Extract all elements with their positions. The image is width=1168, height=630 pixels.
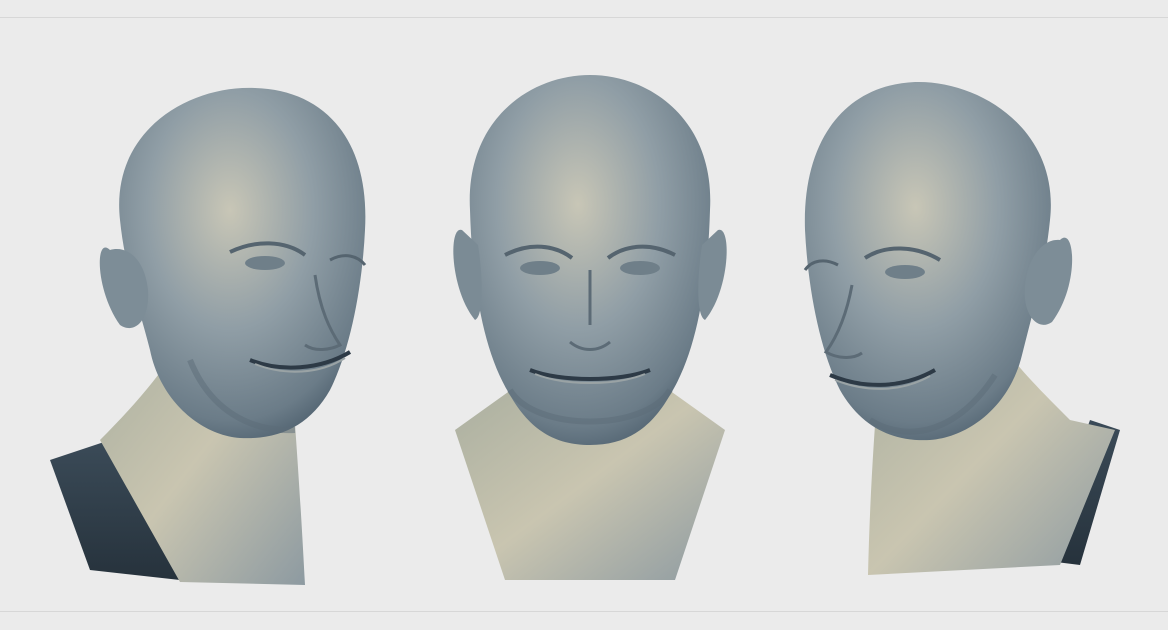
bust-right-three-quarter xyxy=(790,60,1130,600)
render-viewport xyxy=(0,0,1168,630)
bust-left-three-quarter xyxy=(40,60,380,600)
viewport-bottom-rule xyxy=(0,611,1168,612)
bust-front xyxy=(440,60,740,600)
bust-head xyxy=(469,75,711,445)
viewport-top-rule xyxy=(0,17,1168,18)
